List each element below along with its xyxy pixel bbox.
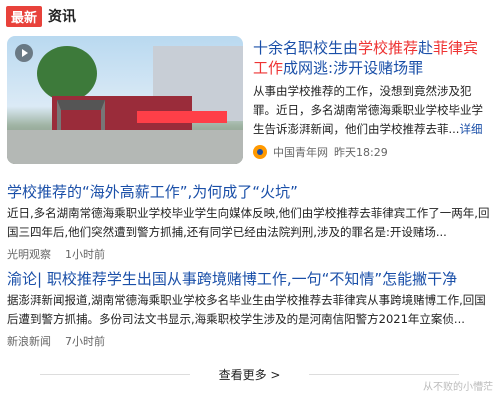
news-title-2[interactable]: 学校推荐的“海外高薪工作”,为何成了“火坑” (7, 181, 497, 202)
news-image[interactable] (7, 36, 243, 164)
detail-link[interactable]: 详细 (459, 122, 482, 136)
news-title-1[interactable]: 十余名职校生由学校推荐赴菲律宾工作成网逃:涉开设赌场罪 (253, 38, 493, 78)
section-header: 最新 资讯 (6, 5, 77, 27)
news-time: 7小时前 (65, 335, 105, 348)
news-summary-2: 近日,多名湖南常德海乘职业学校毕业学生向媒体反映,他们由学校推荐去菲律宾工作了一… (7, 206, 490, 239)
news-summary-3: 据澎湃新闻报道,湖南常德海乘职业学校多名毕业生由学校推荐去菲律宾从事跨境赌博工作… (7, 293, 486, 326)
news-meta-2: 光明观察 1小时前 (7, 246, 105, 262)
section-title: 资讯 (48, 9, 77, 25)
news-source[interactable]: 中国青年网 (273, 144, 328, 160)
news-title-3[interactable]: 渝论| 职校推荐学生出国从事跨境赌博工作,一句“不知情”怎能撇干净 (7, 268, 497, 289)
news-meta-3: 新浪新闻 7小时前 (7, 333, 105, 349)
source-logo-icon (253, 145, 267, 159)
news-source[interactable]: 新浪新闻 (7, 333, 51, 349)
news-time: 昨天18:29 (334, 146, 388, 159)
latest-badge: 最新 (6, 5, 43, 27)
news-source[interactable]: 光明观察 (7, 246, 51, 262)
watermark: 从不败的小懵茫 (423, 382, 493, 393)
video-icon (15, 44, 33, 62)
news-summary-1: 从事由学校推荐的工作，没想到竟然涉及犯罪。近日，多名湖南常德海乘职业学校毕业学生… (253, 84, 483, 136)
news-meta-1: 中国青年网 昨天18:29 (253, 144, 388, 160)
news-time: 1小时前 (65, 248, 105, 261)
